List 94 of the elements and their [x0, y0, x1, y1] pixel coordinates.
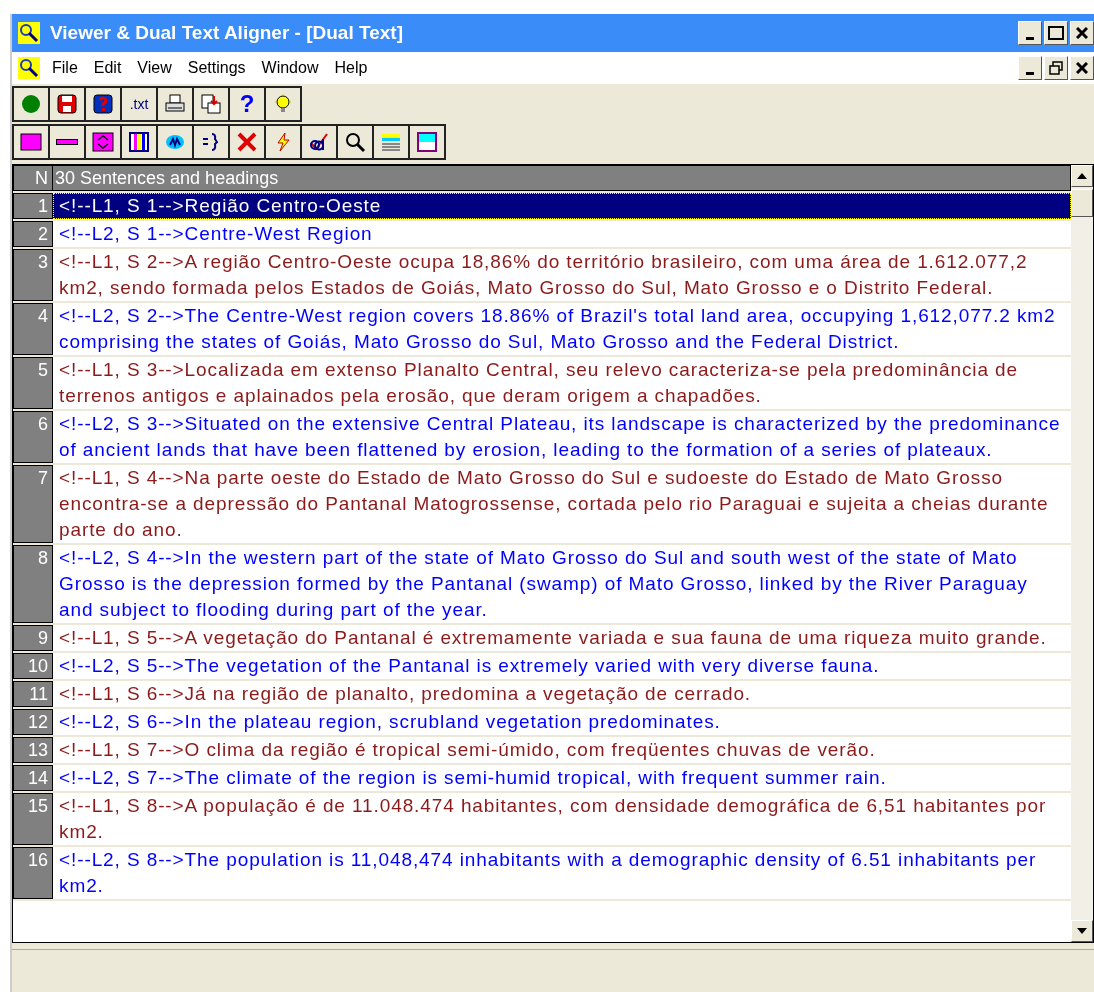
- sentence-text[interactable]: <!--L2, S 8-->The population is 11,048,474 inhabitants with a demographic density of 6.51 inhabitants per km2.: [53, 847, 1071, 899]
- close-icon: [1076, 27, 1088, 39]
- row-number: 6: [13, 411, 53, 463]
- maximize-button[interactable]: [1044, 21, 1068, 45]
- row-number: 16: [13, 847, 53, 899]
- check-mark-icon: [308, 131, 330, 153]
- columns-icon: [128, 131, 150, 153]
- row-number: 5: [13, 357, 53, 409]
- close-button[interactable]: [1070, 56, 1094, 80]
- row-number: 11: [13, 681, 53, 707]
- menu-item[interactable]: Window: [253, 59, 327, 77]
- toolbar-button[interactable]: [120, 124, 158, 160]
- sentence-text[interactable]: <!--L2, S 2-->The Centre-West region covers 18.86% of Brazil's total land area, occupying 1,612,077.2 km2 comprising the states of Goiás, Mato Grosso do Sul, Mato Grosso and the Federal District.: [53, 303, 1071, 355]
- toolbar-button[interactable]: [372, 124, 410, 160]
- toolbar-button[interactable]: [228, 124, 266, 160]
- cross-icon: [236, 131, 258, 153]
- toolbar-button[interactable]: [48, 86, 86, 122]
- toolbar-button[interactable]: [84, 86, 122, 122]
- sentence-text[interactable]: <!--L1, S 6-->Já na região de planalto, predomina a vegetação de cerrado.: [53, 681, 1071, 707]
- sentence-text[interactable]: <!--L2, S 6-->In the plateau region, scrubland vegetation predominates.: [53, 709, 1071, 735]
- scrollbar-thumb[interactable]: [1071, 189, 1093, 217]
- circle-icon: [20, 93, 42, 115]
- row-number: 13: [13, 737, 53, 763]
- toolbar-button[interactable]: [156, 86, 194, 122]
- help-file-icon: [92, 93, 114, 115]
- maximize-icon: [1048, 26, 1064, 40]
- sentence-text[interactable]: <!--L1, S 1-->Região Centro-Oeste: [53, 193, 1071, 219]
- toolbar-button[interactable]: [300, 124, 338, 160]
- row-number: 1: [13, 193, 53, 219]
- minimize-button[interactable]: [1018, 21, 1042, 45]
- column-header: N: [13, 165, 53, 191]
- bar-icon: [56, 139, 78, 145]
- toolbar-button[interactable]: [336, 124, 374, 160]
- print-icon: [164, 93, 186, 115]
- row-number: 9: [13, 625, 53, 651]
- row-number: 3: [13, 249, 53, 301]
- window-title: Viewer & Dual Text Aligner - [Dual Text]: [50, 22, 404, 44]
- stripes-icon: [380, 131, 402, 153]
- menu-item[interactable]: View: [129, 59, 180, 77]
- row-number: 2: [13, 221, 53, 247]
- toolbar-button[interactable]: ?: [228, 86, 266, 122]
- minimize-icon: [1026, 36, 1034, 40]
- window-icon: [416, 131, 438, 153]
- scroll-up-button[interactable]: [1071, 165, 1093, 187]
- toolbar-button[interactable]: [48, 124, 86, 160]
- app-icon: [18, 22, 40, 44]
- menu-item[interactable]: Settings: [179, 59, 254, 77]
- lightbulb-icon: [272, 93, 294, 115]
- close-button[interactable]: [1070, 21, 1094, 45]
- row-number: 10: [13, 653, 53, 679]
- column-header: 30 Sentences and headings: [53, 165, 1071, 191]
- square-icon: [20, 131, 42, 153]
- up-arrow-icon: [1077, 173, 1087, 179]
- row-number: 8: [13, 545, 53, 623]
- sentence-text[interactable]: <!--L2, S 5-->The vegetation of the Pantanal is extremely varied with very diverse fauna.: [53, 653, 1071, 679]
- sentence-text[interactable]: <!--L1, S 3-->Localizada em extenso Planalto Central, seu relevo caracteriza-se pela predominância de terrenos antigos e aplainados pela erosão, que deram origem a chapadões.: [53, 357, 1071, 409]
- row-number: 14: [13, 765, 53, 791]
- toolbar-button[interactable]: [192, 86, 230, 122]
- scroll-down-button[interactable]: [1071, 920, 1093, 942]
- sentence-text[interactable]: <!--L1, S 5-->A vegetação do Pantanal é extremamente variada e sua fauna de uma riqueza muito grande.: [53, 625, 1071, 651]
- row-number: 12: [13, 709, 53, 735]
- toolbar-button[interactable]: [264, 86, 302, 122]
- toolbar-button[interactable]: .txt: [120, 86, 158, 122]
- row-number: 7: [13, 465, 53, 543]
- page-arrow-icon: [200, 93, 222, 115]
- app-icon: [18, 57, 40, 79]
- toolbar-button[interactable]: [264, 124, 302, 160]
- sentence-text[interactable]: <!--L2, S 7-->The climate of the region is semi-humid tropical, with frequent summer rain.: [53, 765, 1071, 791]
- row-number: 15: [13, 793, 53, 845]
- sentence-text[interactable]: <!--L2, S 1-->Centre-West Region: [53, 221, 1071, 247]
- menu-item[interactable]: File: [44, 59, 86, 77]
- toolbar-button[interactable]: [12, 124, 50, 160]
- arrows-icon: [92, 131, 114, 153]
- search-icon: [344, 131, 366, 153]
- minimize-icon: [1026, 71, 1034, 75]
- sentence-text[interactable]: <!--L1, S 4-->Na parte oeste do Estado de Mato Grosso do Sul e sudoeste do Estado de Mato Grosso encontra-se a depressão do Pantanal Matogrossense, cortada pelo rio Paraguai e sujeita a cheias durante parte do ano.: [53, 465, 1071, 543]
- row-number: 4: [13, 303, 53, 355]
- sentence-text[interactable]: <!--L2, S 3-->Situated on the extensive Central Plateau, its landscape is characterized by the predominance of ancient lands that have been flattened by erosion, leading to the formation of a series of plateaux.: [53, 411, 1071, 463]
- sentence-text[interactable]: <!--L1, S 7-->O clima da região é tropical semi-úmido, com freqüentes chuvas de verão.: [53, 737, 1071, 763]
- toolbar-button[interactable]: [84, 124, 122, 160]
- sentence-text[interactable]: <!--L1, S 2-->A região Centro-Oeste ocupa 18,86% do território brasileiro, com uma área de 1.612.077,2 km2, sendo formada pelos Estados de Goiás, Mato Grosso do Sul, Mato Grosso e o Distrito Federal.: [53, 249, 1071, 301]
- toolbar-button[interactable]: [156, 124, 194, 160]
- sentence-text[interactable]: <!--L2, S 4-->In the western part of the state of Mato Grosso do Sul and south west of the state of Mato Grosso is the depression formed by the Pantanal (swamp) of Mato Grosso, linked by the River Paraguay and subject to flooding during part of the year.: [53, 545, 1071, 623]
- restore-icon: [1049, 61, 1063, 75]
- menu-item[interactable]: Edit: [85, 59, 130, 77]
- sentence-text[interactable]: <!--L1, S 8-->A população é de 11.048.474 habitantes, com densidade demográfica de 6,51 habitantes por km2.: [53, 793, 1071, 845]
- restore-button[interactable]: [1044, 56, 1068, 80]
- close-icon: [1076, 62, 1088, 74]
- toolbar-button[interactable]: [12, 86, 50, 122]
- toolbar-button[interactable]: [192, 124, 230, 160]
- toolbar-button[interactable]: [408, 124, 446, 160]
- minimize-button[interactable]: [1018, 56, 1042, 80]
- menu-item[interactable]: Help: [326, 59, 376, 77]
- down-arrow-icon: [1077, 928, 1087, 934]
